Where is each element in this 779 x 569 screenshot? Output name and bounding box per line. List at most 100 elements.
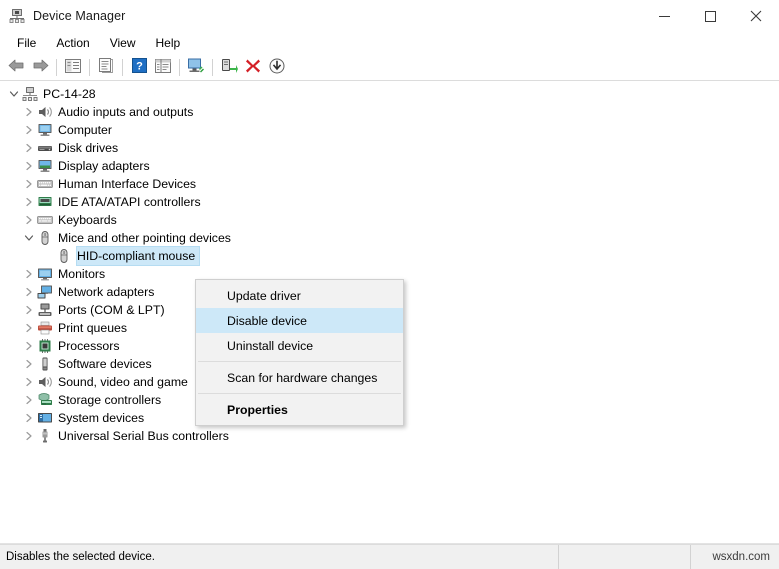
tree-item-keyboards[interactable]: Keyboards bbox=[0, 211, 779, 229]
tree-item-computer[interactable]: Computer bbox=[0, 121, 779, 139]
chevron-right-icon[interactable] bbox=[21, 356, 37, 372]
title-bar-left: Device Manager bbox=[0, 8, 125, 24]
tree-item-label: Display adapters bbox=[58, 159, 150, 173]
chevron-right-icon[interactable] bbox=[21, 266, 37, 282]
system-device-icon bbox=[37, 410, 53, 426]
usb-controller-icon bbox=[37, 428, 53, 444]
tree-item-ide-ata-atapi-controllers[interactable]: IDE ATA/ATAPI controllers bbox=[0, 193, 779, 211]
tree-item-label: Processors bbox=[58, 339, 120, 353]
menu-bar: File Action View Help bbox=[0, 32, 779, 54]
port-icon bbox=[37, 302, 53, 318]
software-device-icon bbox=[37, 356, 53, 372]
menu-file[interactable]: File bbox=[7, 34, 46, 53]
chevron-down-icon[interactable] bbox=[6, 86, 22, 102]
chevron-right-icon[interactable] bbox=[21, 320, 37, 336]
chevron-right-icon[interactable] bbox=[21, 176, 37, 192]
show-hide-console-tree-icon bbox=[65, 58, 81, 76]
close-button[interactable] bbox=[733, 0, 779, 32]
tree-item-label: Keyboards bbox=[58, 213, 117, 227]
tree-item-label: PC-14-28 bbox=[43, 87, 96, 101]
tree-item-disk-drives[interactable]: Disk drives bbox=[0, 139, 779, 157]
status-bar: Disables the selected device. wsxdn.com bbox=[0, 544, 779, 569]
scan-for-hardware-changes-button[interactable] bbox=[184, 55, 208, 79]
menu-help[interactable]: Help bbox=[146, 34, 191, 53]
back-button[interactable] bbox=[4, 55, 28, 79]
window-controls bbox=[641, 0, 779, 32]
tree-item-audio-inputs-and-outputs[interactable]: Audio inputs and outputs bbox=[0, 103, 779, 121]
disk-drive-icon bbox=[37, 140, 53, 156]
chevron-right-icon[interactable] bbox=[21, 104, 37, 120]
menu-view[interactable]: View bbox=[100, 34, 146, 53]
device-tree-panel[interactable]: PC-14-28 Audio inputs and outputs Comput… bbox=[0, 81, 779, 544]
tree-item-universal-serial-bus-controllers[interactable]: Universal Serial Bus controllers bbox=[0, 427, 779, 445]
chevron-right-icon[interactable] bbox=[21, 410, 37, 426]
device-manager-window: Device Manager File Action View Help ? P… bbox=[0, 0, 779, 569]
tree-item-display-adapters[interactable]: Display adapters bbox=[0, 157, 779, 175]
tree-item-label: HID-compliant mouse bbox=[77, 247, 200, 265]
context-menu-separator bbox=[198, 393, 402, 394]
tree-item-mice-and-other-pointing-devices[interactable]: Mice and other pointing devices bbox=[0, 229, 779, 247]
view-details-button[interactable] bbox=[151, 55, 175, 79]
tree-item-label: IDE ATA/ATAPI controllers bbox=[58, 195, 201, 209]
update-driver-icon bbox=[221, 58, 238, 77]
chevron-right-icon[interactable] bbox=[21, 212, 37, 228]
toolbar-separator bbox=[89, 58, 90, 76]
chevron-right-icon[interactable] bbox=[21, 338, 37, 354]
help-button[interactable]: ? bbox=[127, 55, 151, 79]
disable-device-icon bbox=[269, 58, 285, 77]
context-menu[interactable]: Update driver Disable device Uninstall d… bbox=[195, 279, 405, 426]
tree-item-label: Storage controllers bbox=[58, 393, 162, 407]
toolbar-separator bbox=[212, 58, 213, 76]
status-middle-panel bbox=[559, 545, 691, 569]
tree-item-label: Mice and other pointing devices bbox=[58, 231, 231, 245]
network-adapter-icon bbox=[37, 284, 53, 300]
chevron-right-icon[interactable] bbox=[21, 122, 37, 138]
tree-item-label: System devices bbox=[58, 411, 145, 425]
chevron-right-icon[interactable] bbox=[21, 158, 37, 174]
tree-item-label: Universal Serial Bus controllers bbox=[58, 429, 229, 443]
show-hide-console-tree-button[interactable] bbox=[61, 55, 85, 79]
tree-item-label: Ports (COM & LPT) bbox=[58, 303, 165, 317]
toolbar: ? bbox=[0, 54, 779, 81]
forward-button[interactable] bbox=[28, 55, 52, 79]
device-manager-icon bbox=[9, 8, 25, 24]
storage-controller-icon bbox=[37, 392, 53, 408]
tree-item-label: Monitors bbox=[58, 267, 106, 281]
context-menu-item-disable-device[interactable]: Disable device bbox=[196, 308, 404, 333]
sound-video-game-icon bbox=[37, 374, 53, 390]
printer-icon bbox=[37, 320, 53, 336]
computer-root-icon bbox=[22, 86, 38, 102]
context-menu-separator bbox=[198, 361, 402, 362]
maximize-button[interactable] bbox=[687, 0, 733, 32]
disable-device-button[interactable] bbox=[265, 55, 289, 79]
chevron-right-icon[interactable] bbox=[21, 392, 37, 408]
update-driver-button[interactable] bbox=[217, 55, 241, 79]
hid-icon bbox=[37, 176, 53, 192]
context-menu-item-uninstall-device[interactable]: Uninstall device bbox=[196, 333, 403, 358]
chevron-right-icon[interactable] bbox=[21, 194, 37, 210]
watermark: wsxdn.com bbox=[712, 551, 770, 563]
chevron-right-icon[interactable] bbox=[21, 302, 37, 318]
menu-action[interactable]: Action bbox=[46, 34, 99, 53]
chevron-right-icon[interactable] bbox=[21, 284, 37, 300]
properties-button[interactable] bbox=[94, 55, 118, 79]
tree-item-label: Computer bbox=[58, 123, 112, 137]
chevron-right-icon[interactable] bbox=[21, 428, 37, 444]
chevron-right-icon[interactable] bbox=[21, 140, 37, 156]
context-menu-item-properties[interactable]: Properties bbox=[196, 397, 403, 422]
tree-item-label: Disk drives bbox=[58, 141, 119, 155]
display-adapter-icon bbox=[37, 158, 53, 174]
forward-icon bbox=[32, 58, 49, 76]
tree-item-pc-14-28[interactable]: PC-14-28 bbox=[0, 85, 779, 103]
uninstall-device-button[interactable] bbox=[241, 55, 265, 79]
tree-item-label: Human Interface Devices bbox=[58, 177, 197, 191]
chevron-right-icon[interactable] bbox=[21, 374, 37, 390]
chevron-down-icon[interactable] bbox=[21, 230, 37, 246]
processor-icon bbox=[37, 338, 53, 354]
tree-item-human-interface-devices[interactable]: Human Interface Devices bbox=[0, 175, 779, 193]
minimize-button[interactable] bbox=[641, 0, 687, 32]
context-menu-item-scan-for-hardware-changes[interactable]: Scan for hardware changes bbox=[196, 365, 403, 390]
context-menu-item-update-driver[interactable]: Update driver bbox=[196, 283, 403, 308]
tree-item-hid-compliant-mouse[interactable]: HID-compliant mouse bbox=[0, 247, 779, 265]
svg-text:?: ? bbox=[136, 61, 143, 73]
